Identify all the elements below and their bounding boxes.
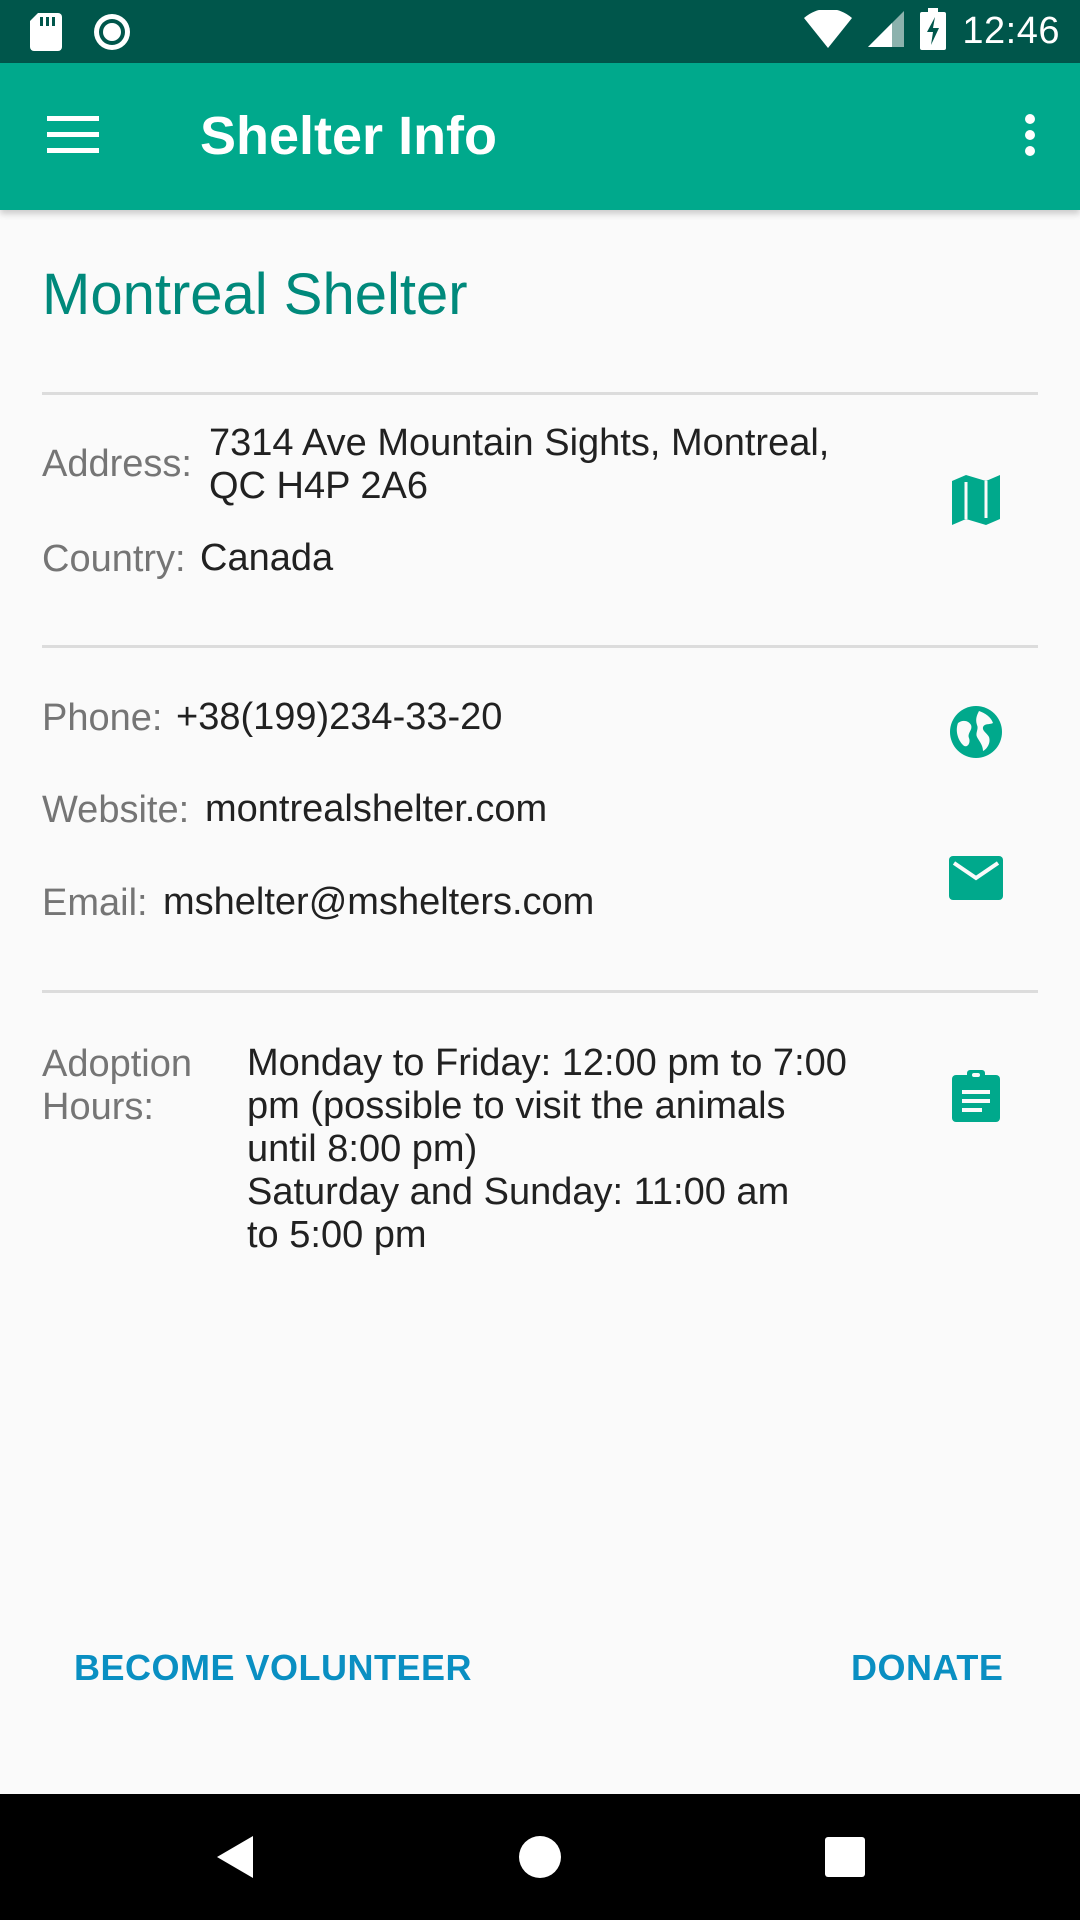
map-button[interactable] bbox=[944, 470, 1008, 534]
globe-icon bbox=[949, 705, 1003, 764]
page-title: Shelter Info bbox=[200, 106, 498, 166]
website-button[interactable] bbox=[944, 702, 1008, 766]
sd-card-icon bbox=[30, 13, 62, 56]
record-icon bbox=[92, 12, 132, 57]
country-value: Canada bbox=[200, 537, 334, 579]
back-triangle-icon bbox=[215, 1834, 255, 1885]
overflow-menu-button[interactable] bbox=[1000, 107, 1060, 167]
clipboard-icon bbox=[952, 1069, 1000, 1127]
hours-line-2: pm (possible to visit the animals bbox=[247, 1085, 786, 1127]
shelter-name: Montreal Shelter bbox=[42, 262, 468, 327]
signal-icon bbox=[868, 10, 905, 52]
status-bar: 12:46 bbox=[0, 0, 1080, 63]
country-label: Country: bbox=[42, 538, 186, 580]
hours-line-1: Monday to Friday: 12:00 pm to 7:00 bbox=[247, 1042, 847, 1084]
divider bbox=[42, 392, 1038, 395]
divider bbox=[42, 990, 1038, 993]
become-volunteer-button[interactable]: BECOME VOLUNTEER bbox=[74, 1646, 472, 1690]
address-line-2: QC H4P 2A6 bbox=[209, 465, 428, 507]
address-line-1: 7314 Ave Mountain Sights, Montreal, bbox=[209, 422, 830, 464]
email-value[interactable]: mshelter@mshelters.com bbox=[163, 881, 594, 924]
phone-label: Phone: bbox=[42, 697, 163, 739]
divider bbox=[42, 645, 1038, 648]
battery-charging-icon bbox=[920, 7, 947, 55]
hours-line-4: Saturday and Sunday: 11:00 am bbox=[247, 1171, 790, 1213]
donate-button[interactable]: DONATE bbox=[851, 1646, 1003, 1690]
website-label: Website: bbox=[42, 789, 190, 831]
email-button[interactable] bbox=[944, 848, 1008, 912]
address-label: Address: bbox=[42, 443, 192, 485]
back-button[interactable] bbox=[200, 1824, 270, 1894]
recents-button[interactable] bbox=[810, 1824, 880, 1894]
schedule-button[interactable] bbox=[944, 1066, 1008, 1130]
menu-button[interactable] bbox=[38, 107, 108, 167]
hamburger-menu-icon bbox=[47, 115, 99, 159]
hours-line-3: until 8:00 pm) bbox=[247, 1128, 478, 1170]
map-icon bbox=[950, 474, 1002, 530]
recents-square-icon bbox=[825, 1836, 865, 1882]
adoption-hours-label-line-1: Adoption bbox=[42, 1043, 193, 1085]
website-value[interactable]: montrealshelter.com bbox=[205, 788, 547, 831]
mail-icon bbox=[949, 855, 1003, 905]
status-time: 12:46 bbox=[962, 9, 1060, 52]
email-label: Email: bbox=[42, 882, 148, 924]
more-vert-icon bbox=[1024, 113, 1036, 162]
wifi-icon bbox=[804, 8, 853, 53]
home-circle-icon bbox=[518, 1835, 562, 1884]
home-button[interactable] bbox=[505, 1824, 575, 1894]
adoption-hours-label-line-2: Hours: bbox=[42, 1086, 154, 1128]
app-bar: Shelter Info bbox=[0, 63, 1080, 210]
navigation-bar bbox=[0, 1794, 1080, 1920]
hours-line-5: to 5:00 pm bbox=[247, 1214, 427, 1256]
phone-value[interactable]: +38(199)234-33-20 bbox=[176, 696, 502, 739]
